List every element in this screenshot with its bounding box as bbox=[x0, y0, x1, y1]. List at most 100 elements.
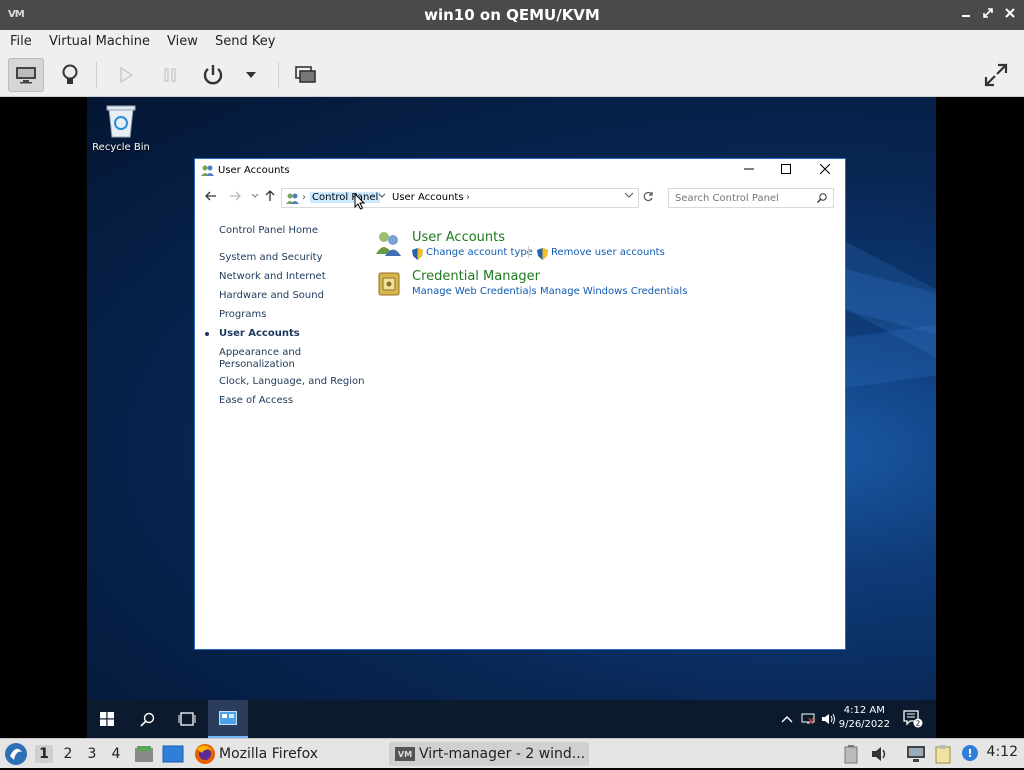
minimize-button[interactable] bbox=[731, 162, 767, 180]
back-button[interactable] bbox=[205, 190, 217, 204]
credential-manager-heading[interactable]: Credential Manager bbox=[412, 269, 540, 284]
update-notifier[interactable]: ! bbox=[961, 744, 981, 768]
power-button[interactable] bbox=[195, 58, 231, 92]
breadcrumb-user-accounts[interactable]: User Accounts bbox=[392, 192, 464, 203]
volume-control[interactable] bbox=[871, 745, 889, 767]
snapshots-icon bbox=[295, 66, 316, 83]
refresh-button[interactable] bbox=[643, 191, 654, 205]
pause-button[interactable] bbox=[152, 58, 188, 92]
forward-button[interactable] bbox=[229, 190, 241, 204]
nav-control-panel-home[interactable]: Control Panel Home bbox=[219, 225, 318, 237]
recycle-bin-label: Recycle Bin bbox=[92, 142, 150, 153]
task-virt-manager[interactable]: VM Virt-manager - 2 wind... bbox=[389, 742, 589, 766]
distro-logo-icon bbox=[5, 743, 27, 765]
start-button[interactable] bbox=[87, 700, 127, 738]
windows-date: 9/26/2022 bbox=[838, 719, 890, 730]
close-button[interactable] bbox=[807, 162, 843, 180]
chevron-up-icon[interactable] bbox=[781, 715, 793, 723]
chevron-down-icon bbox=[624, 192, 634, 198]
address-row: › Control Panel User Accounts › bbox=[195, 185, 845, 211]
console-button[interactable] bbox=[8, 58, 44, 92]
window-title: User Accounts bbox=[218, 165, 290, 176]
toolbar bbox=[0, 54, 1024, 97]
run-button[interactable] bbox=[108, 58, 144, 92]
workspace-3[interactable]: 3 bbox=[83, 745, 101, 763]
volume-icon[interactable] bbox=[821, 713, 837, 725]
virt-manager-icon: VM bbox=[395, 747, 415, 761]
snapshots-button[interactable] bbox=[288, 58, 324, 92]
task-firefox-label: Mozilla Firefox bbox=[219, 746, 319, 762]
nav-appearance-and[interactable]: Appearance and bbox=[219, 347, 301, 359]
close-icon[interactable] bbox=[1002, 6, 1018, 22]
details-button[interactable] bbox=[52, 58, 88, 92]
nav-system-and-security[interactable]: System and Security bbox=[219, 252, 323, 264]
network-indicator[interactable] bbox=[906, 745, 926, 767]
task-view-icon bbox=[178, 712, 196, 726]
virt-manager-window: VM win10 on QEMU/KVM File Virtual Machin… bbox=[0, 0, 1024, 768]
manage-web-credentials-link[interactable]: Manage Web Credentials bbox=[412, 286, 537, 297]
address-dropdown-button[interactable] bbox=[624, 190, 634, 203]
breadcrumb-control-panel[interactable]: Control Panel bbox=[310, 192, 381, 203]
nav-ease-of-access[interactable]: Ease of Access bbox=[219, 395, 293, 407]
guest-display[interactable]: Recycle Bin User Accounts › Control Pane… bbox=[0, 97, 1024, 738]
keyboard-indicator[interactable] bbox=[843, 744, 859, 768]
nav-hardware-and-sound[interactable]: Hardware and Sound bbox=[219, 290, 324, 302]
up-arrow-icon bbox=[265, 190, 275, 201]
address-bar[interactable]: › Control Panel User Accounts › bbox=[281, 188, 639, 208]
menu-file[interactable]: File bbox=[10, 34, 32, 49]
host-titlebar[interactable]: VM win10 on QEMU/KVM bbox=[0, 0, 1024, 30]
power-menu-dropdown[interactable] bbox=[236, 58, 266, 92]
fullscreen-button[interactable] bbox=[978, 58, 1014, 92]
file-manager-launcher[interactable] bbox=[134, 744, 154, 768]
restore-icon[interactable] bbox=[980, 6, 996, 22]
up-button[interactable] bbox=[265, 190, 275, 205]
user-accounts-heading[interactable]: User Accounts bbox=[412, 230, 505, 245]
run-icon bbox=[120, 67, 133, 83]
remove-user-accounts-link[interactable]: Remove user accounts bbox=[551, 247, 665, 258]
uac-shield-icon bbox=[412, 248, 423, 260]
network-icon[interactable] bbox=[801, 713, 815, 725]
windows-clock[interactable]: 4:12 AM 9/26/2022 bbox=[839, 704, 890, 732]
window-title: win10 on QEMU/KVM bbox=[424, 6, 600, 24]
start-menu-button[interactable] bbox=[4, 742, 28, 770]
menu-virtual-machine[interactable]: Virtual Machine bbox=[49, 34, 150, 49]
windows-desktop[interactable]: Recycle Bin User Accounts › Control Pane… bbox=[87, 97, 936, 738]
minimize-icon bbox=[744, 168, 754, 170]
search-icon[interactable] bbox=[817, 193, 827, 203]
manage-windows-credentials-link[interactable]: Manage Windows Credentials bbox=[540, 286, 687, 297]
nav-programs[interactable]: Programs bbox=[219, 309, 266, 321]
window-titlebar[interactable]: User Accounts bbox=[195, 159, 845, 183]
search-button[interactable] bbox=[127, 700, 167, 738]
action-center-button[interactable]: 2 bbox=[893, 700, 933, 738]
nav-network-and-internet[interactable]: Network and Internet bbox=[219, 271, 326, 283]
svg-text:!: ! bbox=[967, 747, 972, 760]
clipboard-indicator[interactable] bbox=[934, 744, 952, 768]
workspace-4[interactable]: 4 bbox=[107, 745, 125, 763]
nav-personalization[interactable]: Personalization bbox=[219, 359, 295, 371]
menu-view[interactable]: View bbox=[167, 34, 198, 49]
breadcrumb-separator: › bbox=[302, 192, 306, 203]
recent-locations-button[interactable] bbox=[251, 190, 259, 204]
taskbar-control-panel[interactable] bbox=[208, 700, 248, 738]
refresh-icon bbox=[643, 191, 653, 202]
chevron-down-icon bbox=[251, 193, 259, 198]
breadcrumb-dropdown[interactable] bbox=[378, 190, 386, 203]
change-account-type-link[interactable]: Change account type bbox=[426, 247, 533, 258]
maximize-button[interactable] bbox=[768, 162, 804, 180]
search-input[interactable] bbox=[675, 192, 815, 205]
battery-icon bbox=[844, 745, 858, 764]
host-clock[interactable]: 4:12 bbox=[987, 744, 1018, 760]
show-desktop-launcher[interactable] bbox=[162, 744, 184, 768]
task-firefox[interactable]: Mozilla Firefox bbox=[194, 742, 318, 766]
system-tray bbox=[781, 700, 837, 738]
menu-send-key[interactable]: Send Key bbox=[215, 34, 275, 49]
nav-clock-language-region[interactable]: Clock, Language, and Region bbox=[219, 376, 364, 388]
workspace-1[interactable]: 1 bbox=[35, 745, 53, 763]
notification-icon: 2 bbox=[903, 710, 923, 728]
search-box[interactable] bbox=[668, 188, 834, 208]
task-view-button[interactable] bbox=[167, 700, 207, 738]
minimize-icon[interactable] bbox=[958, 6, 974, 22]
recycle-bin[interactable]: Recycle Bin bbox=[91, 103, 151, 153]
nav-user-accounts[interactable]: User Accounts bbox=[219, 328, 300, 340]
workspace-2[interactable]: 2 bbox=[59, 745, 77, 763]
